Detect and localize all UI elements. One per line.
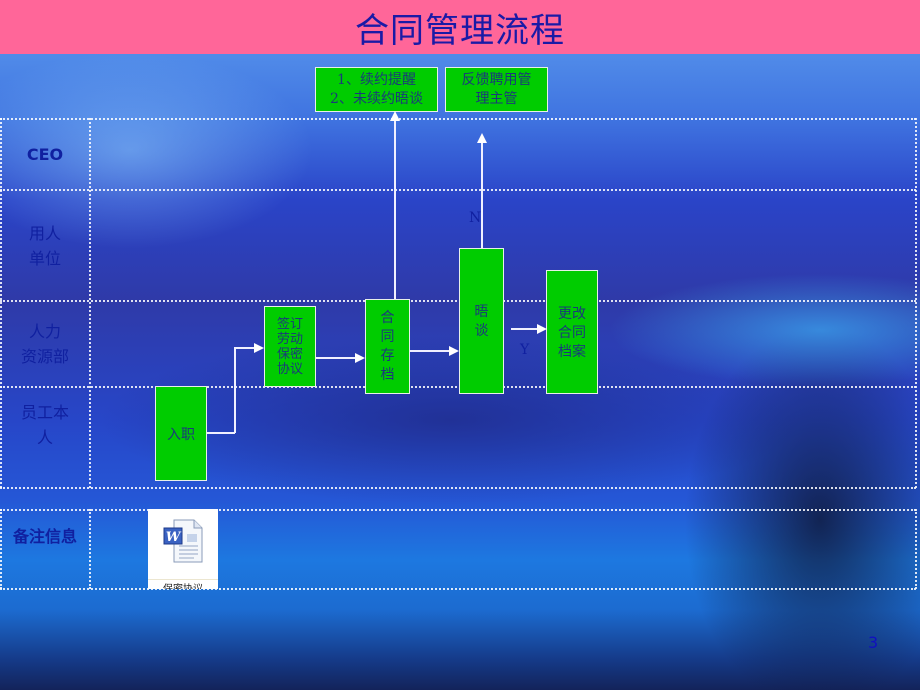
arrow-right-icon bbox=[449, 346, 459, 356]
box-text: 档案 bbox=[558, 344, 586, 360]
page-number: 3 bbox=[868, 633, 879, 652]
connector-line bbox=[234, 347, 236, 433]
box-text: 协议 bbox=[276, 361, 303, 377]
grid-line bbox=[0, 588, 916, 590]
step-interview: 晤 谈 bbox=[459, 248, 504, 394]
grid-line bbox=[0, 386, 916, 388]
box-text: 2、未续约晤谈 bbox=[330, 90, 423, 107]
arrow-right-icon bbox=[254, 343, 264, 353]
grid-line bbox=[0, 118, 916, 120]
branch-label-no: N bbox=[469, 210, 482, 226]
branch-label-yes: Y bbox=[520, 342, 530, 358]
box-text: 晤 bbox=[474, 304, 489, 320]
arrow-right-icon bbox=[537, 324, 547, 334]
grid-line bbox=[915, 509, 917, 589]
svg-text:W: W bbox=[166, 530, 182, 545]
step-sign-contract: 签订 劳动 保密 协议 bbox=[264, 306, 316, 387]
lane-label-hr: 人力 资源部 bbox=[20, 322, 69, 366]
grid-line bbox=[0, 300, 916, 302]
box-text: 合同 bbox=[558, 325, 586, 341]
page-title: 合同管理流程 bbox=[355, 10, 565, 51]
box-text: 反馈聘用管 bbox=[461, 71, 532, 88]
connector-line bbox=[481, 142, 483, 248]
box-text: 谈 bbox=[474, 323, 489, 339]
connector-line bbox=[511, 328, 538, 330]
connector-line bbox=[394, 120, 396, 299]
box-text: 存 bbox=[380, 347, 395, 364]
connector-line bbox=[207, 432, 235, 434]
connector-line bbox=[234, 347, 254, 349]
box-text: 档 bbox=[380, 366, 395, 383]
lane-label-employee: 员工本 人 bbox=[20, 403, 69, 447]
grid-line bbox=[915, 118, 917, 488]
box-text: 合 bbox=[380, 309, 395, 326]
feedback-manager-box: 反馈聘用管 理主管 bbox=[445, 67, 548, 112]
box-text: 理主管 bbox=[475, 90, 518, 107]
arrow-up-icon bbox=[476, 133, 487, 143]
grid-line bbox=[0, 189, 916, 191]
arrow-up-icon bbox=[389, 111, 400, 121]
lane-label-department: 用人 单位 bbox=[28, 223, 61, 268]
connector-line bbox=[410, 350, 450, 352]
attachment-caption: 保密协议 bbox=[148, 579, 218, 589]
lane-label-text: CEO bbox=[26, 145, 64, 164]
step-update-contract: 更改 合同 档案 bbox=[546, 270, 598, 394]
lane-label-notes: 备注信息 bbox=[12, 526, 77, 546]
box-text: 劳动 bbox=[276, 331, 303, 347]
step-onboard: 入职 bbox=[155, 386, 207, 481]
step-archive-contract: 合 同 存 档 bbox=[365, 299, 410, 394]
word-document-icon: W bbox=[163, 519, 203, 563]
box-text: 1、续约提醒 bbox=[337, 71, 416, 88]
arrow-right-icon bbox=[355, 353, 365, 363]
box-text: 入职 bbox=[167, 426, 195, 443]
grid-line bbox=[0, 487, 916, 489]
attachment-confidentiality-agreement[interactable]: W 保密协议 bbox=[148, 509, 218, 589]
box-text: 同 bbox=[380, 328, 395, 345]
grid-line bbox=[0, 509, 916, 511]
box-text: 保密 bbox=[276, 346, 303, 362]
title-bar: 合同管理流程 bbox=[0, 0, 920, 54]
connector-line bbox=[316, 357, 356, 359]
renewal-reminder-box: 1、续约提醒 2、未续约晤谈 bbox=[315, 67, 438, 112]
box-text: 签订 bbox=[276, 316, 303, 332]
lane-label-ceo: CEO bbox=[0, 120, 90, 189]
box-text: 更改 bbox=[558, 306, 586, 322]
